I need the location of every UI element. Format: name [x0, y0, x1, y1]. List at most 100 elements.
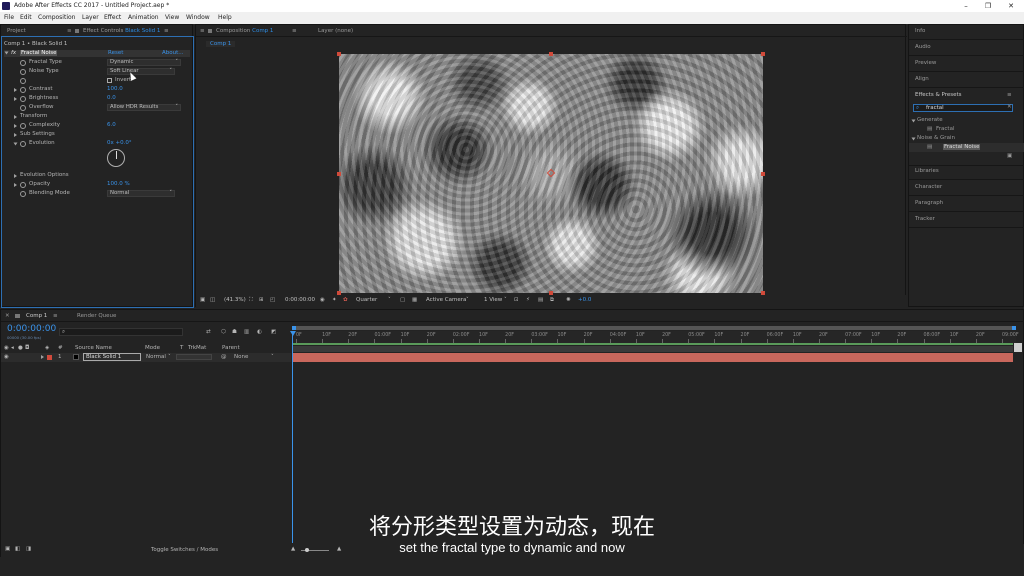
- invert-checkbox[interactable]: [107, 78, 112, 83]
- navigator-start-handle[interactable]: [292, 326, 296, 330]
- collapse-triangle-icon[interactable]: [13, 142, 18, 146]
- roi-icon[interactable]: ▢: [400, 297, 405, 303]
- color-channels-icon[interactable]: ✿: [343, 297, 348, 303]
- show-snapshot-icon[interactable]: ✦: [332, 297, 337, 303]
- panel-align[interactable]: Align: [915, 76, 929, 82]
- layer-mode-dropdown[interactable]: Normal: [146, 354, 166, 360]
- expand-triangle-icon[interactable]: [14, 174, 17, 178]
- fractal-type-dropdown[interactable]: Dynamic ˅: [107, 59, 181, 66]
- stopwatch-icon[interactable]: [20, 78, 26, 84]
- expand-triangle-icon[interactable]: [14, 115, 17, 119]
- opacity-value[interactable]: 100.0 %: [107, 181, 130, 187]
- current-time[interactable]: 0:00:00:00: [285, 297, 315, 303]
- collapse-triangle-icon[interactable]: [911, 137, 916, 141]
- panel-character[interactable]: Character: [915, 184, 942, 190]
- mask-visibility-icon[interactable]: ◫: [210, 297, 215, 303]
- expand-triangle-icon[interactable]: [14, 183, 17, 187]
- effects-group-noise-grain[interactable]: Noise & Grain: [917, 135, 955, 141]
- complexity-value[interactable]: 6.0: [107, 122, 116, 128]
- navigator-end-handle[interactable]: [1012, 326, 1016, 330]
- menu-edit[interactable]: Edit: [20, 14, 32, 21]
- panel-menu-icon[interactable]: ≡: [200, 28, 205, 34]
- close-button[interactable]: ✕: [1006, 1, 1016, 11]
- view-layout-dropdown[interactable]: 1 View: [484, 297, 502, 303]
- brightness-value[interactable]: 0.0: [107, 95, 116, 101]
- minimize-button[interactable]: –: [961, 1, 971, 11]
- menu-effect[interactable]: Effect: [104, 14, 121, 21]
- restore-button[interactable]: ❐: [983, 1, 993, 11]
- panel-preview[interactable]: Preview: [915, 60, 936, 66]
- effects-group-generate[interactable]: Generate: [917, 117, 943, 123]
- stopwatch-icon[interactable]: [20, 69, 26, 75]
- effects-search-field[interactable]: ⌕ fractal: [913, 104, 1013, 112]
- lock-icon[interactable]: [75, 29, 79, 33]
- effect-item-fractal[interactable]: Fractal: [936, 126, 954, 132]
- exposure-reset-icon[interactable]: ✺: [566, 297, 571, 303]
- camera-icon[interactable]: ◉: [320, 297, 325, 303]
- close-tab-icon[interactable]: ✕: [5, 313, 10, 319]
- tab-timeline-comp[interactable]: Comp 1: [26, 313, 47, 319]
- panel-info[interactable]: Info: [915, 28, 925, 34]
- stopwatch-icon[interactable]: [20, 105, 26, 111]
- group-sub-settings[interactable]: Sub Settings: [20, 131, 55, 137]
- video-toggle-eye-icon[interactable]: ◉: [4, 354, 9, 360]
- panel-options-icon[interactable]: ≡: [292, 28, 297, 34]
- time-navigator[interactable]: [292, 326, 1016, 330]
- draft-3d-icon[interactable]: ⬡: [221, 329, 226, 335]
- group-evolution-options[interactable]: Evolution Options: [20, 172, 69, 178]
- table-row[interactable]: ◉ 1 Black Solid 1 Normal ˅ @ None ˅: [1, 353, 291, 362]
- panel-libraries[interactable]: Libraries: [915, 168, 939, 174]
- layer-name[interactable]: Black Solid 1: [83, 353, 141, 361]
- menu-composition[interactable]: Composition: [38, 14, 75, 21]
- layer-label-color[interactable]: [47, 355, 52, 360]
- exposure-value[interactable]: +0.0: [578, 297, 591, 303]
- motion-blur-icon[interactable]: ◐: [257, 329, 262, 335]
- stopwatch-icon[interactable]: [20, 87, 26, 93]
- camera-dropdown[interactable]: Active Camera: [426, 297, 466, 303]
- expand-triangle-icon[interactable]: [14, 97, 17, 101]
- panel-options-icon[interactable]: ≡: [1007, 92, 1012, 98]
- evolution-value[interactable]: 0x +0.0°: [107, 140, 132, 146]
- trkmat-dropdown[interactable]: [176, 354, 212, 360]
- graph-editor-icon[interactable]: ◩: [271, 329, 276, 335]
- stopwatch-icon[interactable]: [20, 191, 26, 197]
- always-preview-icon[interactable]: ▣: [200, 297, 205, 303]
- layer-parent-dropdown[interactable]: None: [234, 354, 248, 360]
- collapse-triangle-icon[interactable]: [911, 119, 916, 123]
- group-transform[interactable]: Transform: [20, 113, 47, 119]
- menu-file[interactable]: File: [4, 14, 14, 21]
- about-button[interactable]: About...: [162, 50, 184, 56]
- contrast-value[interactable]: 100.0: [107, 86, 123, 92]
- stopwatch-icon[interactable]: [20, 96, 26, 102]
- layer-handle[interactable]: [761, 52, 765, 56]
- expand-triangle-icon[interactable]: [14, 88, 17, 92]
- panel-options-icon[interactable]: ≡: [164, 28, 169, 34]
- panel-audio[interactable]: Audio: [915, 44, 931, 50]
- layer-handle[interactable]: [337, 52, 341, 56]
- comp-subtab[interactable]: Comp 1: [206, 41, 236, 47]
- effect-name[interactable]: Fractal Noise: [20, 50, 58, 56]
- layer-handle[interactable]: [549, 52, 553, 56]
- effects-presets-title[interactable]: Effects & Presets: [915, 92, 962, 98]
- layer-duration-bar[interactable]: [292, 353, 1013, 362]
- time-ruler[interactable]: 0F 10F 20F 01:00F 10F 20F 02:00F 10F 20F 03:00F 10…: [292, 331, 1019, 343]
- tab-composition[interactable]: Composition Comp 1: [216, 28, 273, 34]
- panel-options-icon[interactable]: ≡: [53, 313, 58, 319]
- flowchart-icon[interactable]: ⧉: [550, 297, 554, 304]
- stopwatch-icon[interactable]: [20, 123, 26, 129]
- effect-expand-icon[interactable]: [4, 51, 9, 55]
- playhead-icon[interactable]: [290, 331, 296, 336]
- tab-project[interactable]: Project: [7, 28, 26, 34]
- clear-search-icon[interactable]: ✕: [1007, 104, 1012, 110]
- panel-tracker[interactable]: Tracker: [915, 216, 935, 222]
- evolution-angle-dial[interactable]: [107, 149, 125, 167]
- timeline-current-time[interactable]: 0:00:00:00: [7, 324, 56, 334]
- layer-handle[interactable]: [337, 172, 341, 176]
- resolution-dropdown[interactable]: Quarter: [356, 297, 377, 303]
- new-preset-icon[interactable]: ▣: [1007, 153, 1012, 159]
- stopwatch-icon[interactable]: [20, 141, 26, 147]
- tab-effect-controls[interactable]: Effect Controls Black Solid 1: [83, 28, 160, 34]
- noise-type-dropdown[interactable]: Soft Linear ˅: [107, 68, 175, 75]
- panel-paragraph[interactable]: Paragraph: [915, 200, 943, 206]
- reset-button[interactable]: Reset: [108, 50, 123, 56]
